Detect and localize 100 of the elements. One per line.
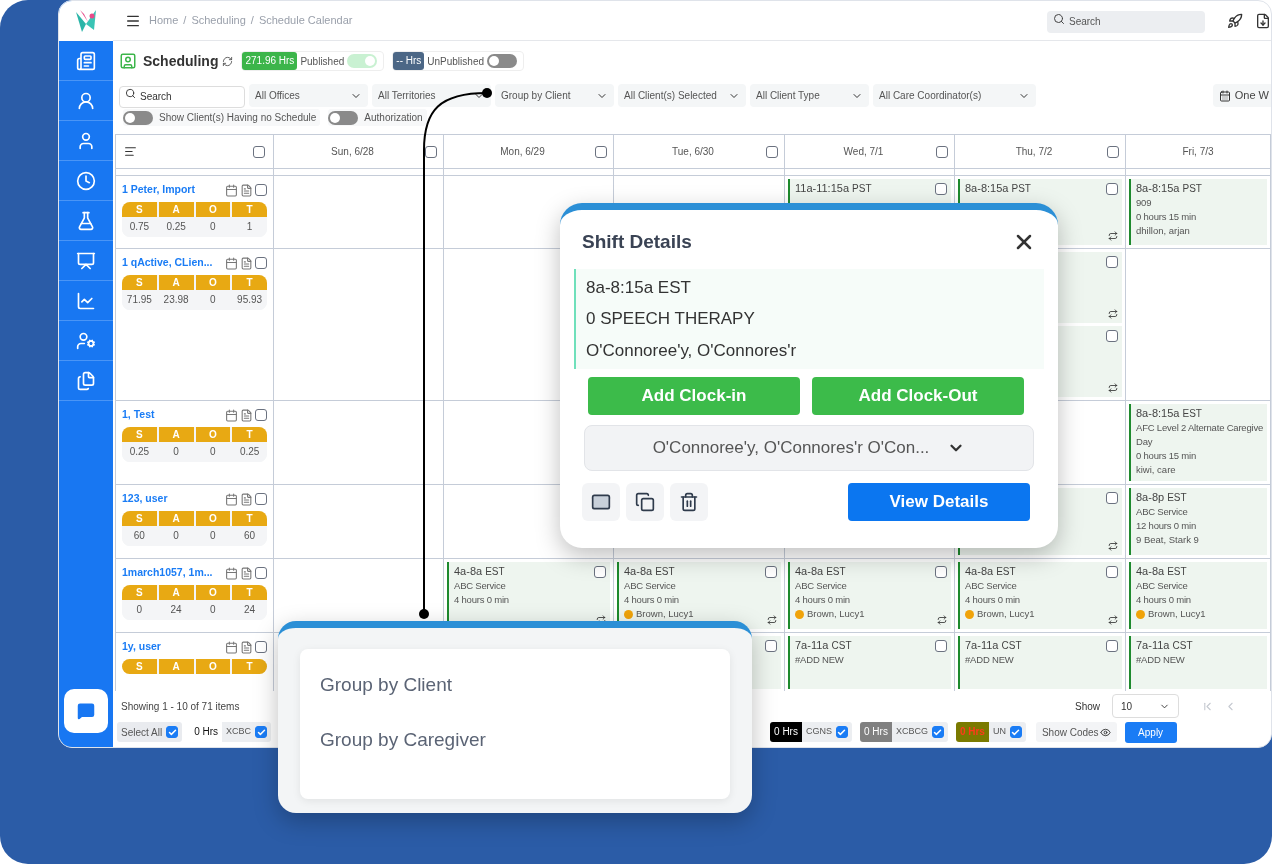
calendar-icon[interactable]: [225, 492, 238, 506]
search-field[interactable]: Search: [119, 85, 245, 108]
repeat-icon[interactable]: [767, 615, 777, 625]
shift-card[interactable]: 8a-8p EST ABC Service 12 hours 0 min 9 Beat, Stark 9: [1129, 488, 1267, 555]
client-name-link[interactable]: 1 qActive, CLien...: [122, 255, 213, 271]
checkbox[interactable]: [255, 641, 267, 653]
user-gear-icon[interactable]: [76, 330, 96, 351]
person-icon[interactable]: [76, 130, 96, 151]
refresh-icon[interactable]: [222, 55, 234, 67]
stat-label: T: [232, 659, 267, 674]
checkbox[interactable]: [1106, 256, 1118, 268]
client-name-link[interactable]: 1 Peter, Import: [122, 182, 195, 198]
documents-icon[interactable]: [76, 370, 96, 391]
filter-select[interactable]: All Client Type: [750, 84, 869, 107]
copy-button[interactable]: [626, 483, 664, 521]
calendar-icon[interactable]: [225, 256, 238, 270]
presentation-icon[interactable]: [76, 250, 96, 271]
clock-icon[interactable]: [76, 170, 96, 191]
caregiver-select[interactable]: O'Connoree'y, O'Connores'r O'Con...: [584, 425, 1034, 471]
shift-card[interactable]: 7a-11a CST #ADD NEW: [788, 636, 951, 689]
calendar-icon[interactable]: [225, 408, 238, 422]
client-name-link[interactable]: 1, Test: [122, 407, 155, 423]
rocket-icon[interactable]: [1227, 12, 1243, 29]
checkbox[interactable]: [255, 493, 267, 505]
filter-select[interactable]: All Client(s) Selected: [618, 84, 746, 107]
repeat-icon[interactable]: [1108, 231, 1118, 241]
filter-select[interactable]: All Offices: [249, 84, 368, 107]
toggle-switch[interactable]: [123, 110, 153, 125]
shift-card[interactable]: 8a-8:15a EST AFC Level 2 Alternate Caregive Day 0 hours 15 min kiwi, care: [1129, 404, 1267, 481]
checkbox[interactable]: [166, 726, 179, 738]
search-field[interactable]: Search: [1047, 10, 1205, 33]
menu-option[interactable]: Group by Caregiver: [300, 725, 730, 754]
checkbox[interactable]: [936, 145, 948, 158]
calendar-icon[interactable]: [225, 183, 238, 197]
repeat-icon[interactable]: [1108, 615, 1118, 625]
checkbox[interactable]: [595, 145, 607, 158]
checkbox[interactable]: [935, 640, 947, 652]
repeat-icon[interactable]: [1108, 309, 1118, 319]
checkbox[interactable]: [1009, 726, 1022, 738]
stat-label: O: [195, 202, 231, 217]
filter-select[interactable]: All Territories: [372, 84, 491, 107]
document-icon[interactable]: [1255, 12, 1271, 29]
checkbox[interactable]: [255, 257, 267, 269]
checkbox[interactable]: [1106, 330, 1118, 342]
checkbox[interactable]: [1106, 566, 1118, 578]
view-details-button[interactable]: View Details: [848, 483, 1030, 521]
client-name-link[interactable]: 1y, user: [122, 639, 161, 655]
checkbox[interactable]: [1106, 492, 1118, 504]
checkbox[interactable]: [253, 145, 265, 158]
toggle-switch[interactable]: [487, 54, 517, 68]
delete-button[interactable]: [670, 483, 708, 521]
mail-button[interactable]: [582, 483, 620, 521]
repeat-icon[interactable]: [937, 615, 947, 625]
checkbox[interactable]: [255, 409, 267, 421]
lines-icon[interactable]: [124, 145, 137, 158]
checkbox[interactable]: [594, 566, 606, 578]
checkbox[interactable]: [1106, 640, 1118, 652]
page-size-select[interactable]: 10: [1112, 694, 1179, 718]
shift-card[interactable]: 4a-8a EST ABC Service 4 hours 0 min Brown, Lucy1: [788, 562, 951, 629]
newspaper-icon[interactable]: [76, 50, 96, 71]
checkbox[interactable]: [1107, 145, 1119, 158]
repeat-icon[interactable]: [1108, 541, 1118, 551]
flask-icon[interactable]: [76, 210, 96, 231]
shift-card[interactable]: 8a-8:15a PST 909 0 hours 15 min dhillon, arjan: [1129, 179, 1267, 245]
shift-card[interactable]: 7a-11a CST #ADD NEW: [958, 636, 1122, 689]
shift-card[interactable]: 7a-11a CST #ADD NEW: [1129, 636, 1267, 689]
checkbox[interactable]: [1106, 183, 1118, 195]
shift-card[interactable]: 4a-8a EST ABC Service 4 hours 0 min Brown, Lucy1: [1129, 562, 1267, 629]
filter-select[interactable]: All Care Coordinator(s): [873, 84, 1036, 107]
checkbox[interactable]: [255, 726, 268, 738]
checkbox[interactable]: [766, 145, 778, 158]
line-chart-icon[interactable]: [76, 290, 96, 311]
hours-badge: 0 Hrs: [955, 722, 989, 742]
client-name-link[interactable]: 123, user: [122, 491, 168, 507]
checkbox[interactable]: [255, 184, 267, 196]
checkbox[interactable]: [931, 726, 944, 738]
shift-time: 7a-11a CST: [795, 638, 853, 653]
client-name-link[interactable]: 1march1057, 1m...: [122, 565, 213, 581]
checkbox[interactable]: [935, 183, 947, 195]
calendar-icon[interactable]: [225, 566, 238, 580]
menu-option[interactable]: Group by Client: [300, 671, 730, 700]
filter-select[interactable]: Group by Client: [495, 84, 614, 107]
shift-card[interactable]: 4a-8a EST ABC Service 4 hours 0 min Brown, Lucy1: [958, 562, 1122, 629]
chat-button[interactable]: [64, 689, 108, 733]
checkbox[interactable]: [425, 145, 437, 158]
toggle-switch[interactable]: [347, 54, 378, 68]
checkbox[interactable]: [765, 566, 777, 578]
show-codes-button[interactable]: Show Codes: [1035, 722, 1117, 742]
checkbox[interactable]: [765, 640, 777, 652]
checkbox[interactable]: [255, 567, 267, 579]
shift-detail: 12 hours 0 min: [1136, 519, 1197, 533]
date-range-button[interactable]: One W: [1212, 84, 1271, 107]
person-icon[interactable]: [76, 90, 96, 111]
repeat-icon[interactable]: [1108, 383, 1118, 393]
calendar-icon[interactable]: [225, 640, 238, 654]
checkbox[interactable]: [935, 566, 947, 578]
apply-button[interactable]: Apply: [1124, 721, 1177, 743]
checkbox[interactable]: [836, 726, 848, 738]
shift-card[interactable]: 4a-8a EST ABC Service 4 hours 0 min Brown, Lucy1: [617, 562, 781, 629]
toggle-switch[interactable]: [328, 110, 359, 125]
